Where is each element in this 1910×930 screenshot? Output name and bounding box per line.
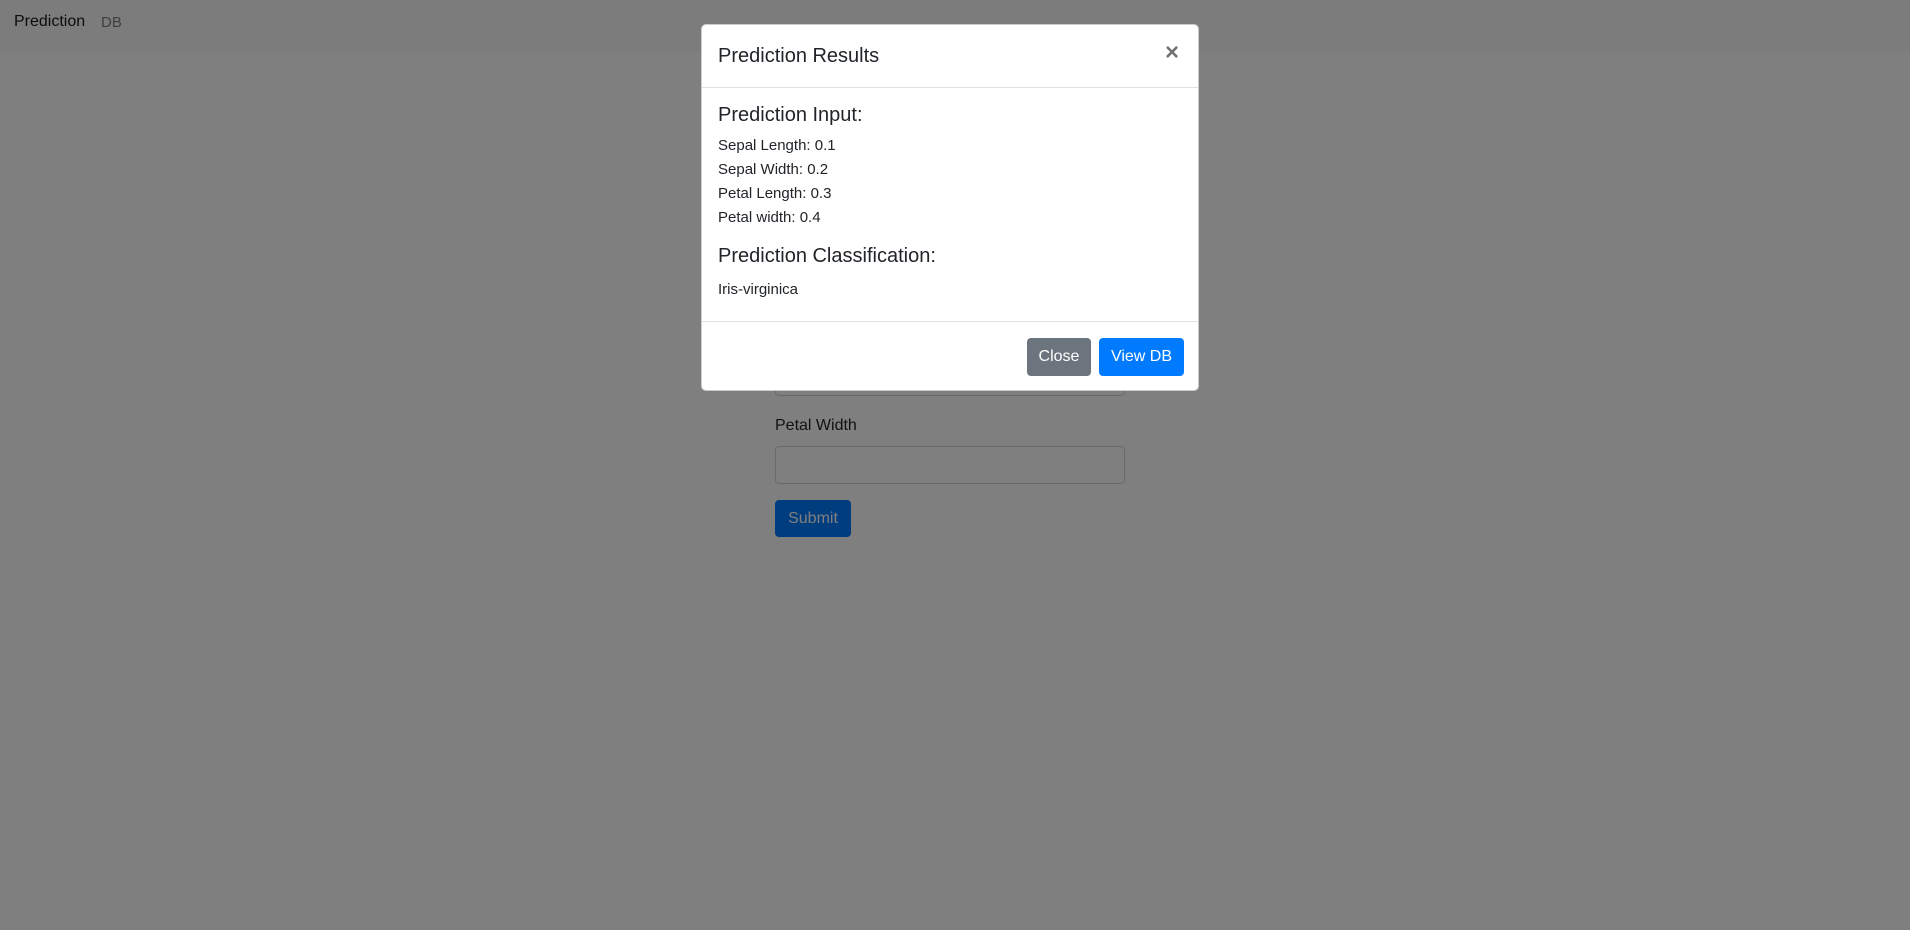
input-sepal-width: Sepal Width: 0.2 bbox=[718, 161, 829, 178]
close-icon[interactable]: × bbox=[1162, 41, 1182, 65]
modal-title: Prediction Results bbox=[718, 45, 880, 67]
modal-header: Prediction Results × bbox=[702, 25, 1198, 88]
view-db-button[interactable]: View DB bbox=[1099, 338, 1184, 376]
input-sepal-length: Sepal Length: 0.1 bbox=[718, 137, 836, 154]
page: Prediction DB Petal Width Submit Predict… bbox=[0, 0, 1910, 930]
input-petal-width: Petal width: 0.4 bbox=[718, 209, 821, 226]
prediction-input-heading: Prediction Input: bbox=[718, 104, 863, 126]
classification-value: Iris-virginica bbox=[718, 281, 799, 298]
modal-footer: Close View DB bbox=[702, 321, 1198, 391]
close-button[interactable]: Close bbox=[1027, 338, 1091, 376]
input-petal-length: Petal Length: 0.3 bbox=[718, 185, 832, 202]
prediction-results-modal: Prediction Results × Prediction Input: S… bbox=[701, 24, 1199, 391]
modal-body: Prediction Input: Sepal Length: 0.1 Sepa… bbox=[702, 88, 1198, 345]
prediction-classification-heading: Prediction Classification: bbox=[718, 245, 936, 267]
